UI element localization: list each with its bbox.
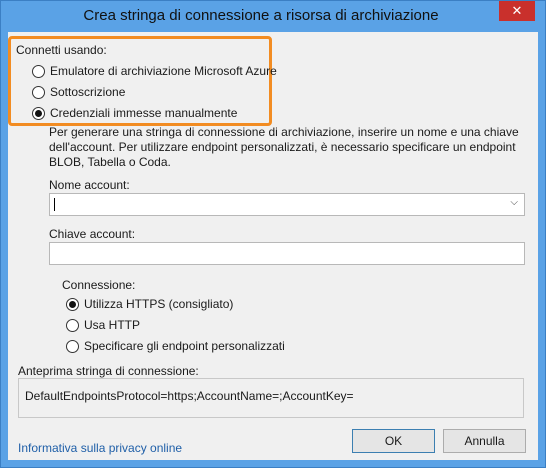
- radio-emulator[interactable]: [32, 65, 45, 78]
- title-bar: Crea stringa di connessione a risorsa di…: [1, 1, 545, 31]
- radio-custom-endpoints-label[interactable]: Specificare gli endpoint personalizzati: [84, 339, 285, 353]
- close-button[interactable]: ✕: [499, 1, 535, 21]
- close-icon: ✕: [511, 3, 523, 18]
- radio-http[interactable]: [66, 319, 79, 332]
- account-name-label: Nome account:: [49, 178, 130, 192]
- ok-button[interactable]: OK: [352, 429, 435, 453]
- radio-subscription-label[interactable]: Sottoscrizione: [50, 85, 125, 99]
- connect-using-group: Connetti usando: Emulatore di archiviazi…: [8, 36, 277, 126]
- radio-manual-credentials[interactable]: [32, 107, 45, 120]
- account-key-input[interactable]: [49, 242, 525, 265]
- connection-string-value: DefaultEndpointsProtocol=https;AccountNa…: [25, 389, 354, 403]
- connection-label: Connessione:: [62, 278, 136, 292]
- radio-manual-credentials-label[interactable]: Credenziali immesse manualmente: [50, 106, 237, 120]
- radio-https[interactable]: [66, 298, 79, 311]
- privacy-link[interactable]: Informativa sulla privacy online: [18, 441, 182, 455]
- cancel-button[interactable]: Annulla: [443, 429, 526, 453]
- dialog-title: Crea stringa di connessione a risorsa di…: [83, 7, 439, 24]
- connect-using-label: Connetti usando:: [16, 43, 107, 57]
- radio-custom-endpoints[interactable]: [66, 340, 79, 353]
- preview-label: Anteprima stringa di connessione:: [18, 364, 199, 378]
- dialog-body: Connetti usando: Emulatore di archiviazi…: [8, 32, 538, 460]
- radio-http-label[interactable]: Usa HTTP: [84, 318, 140, 332]
- radio-https-label[interactable]: Utilizza HTTPS (consigliato): [84, 297, 233, 311]
- radio-emulator-label[interactable]: Emulatore di archiviazione Microsoft Azu…: [50, 64, 277, 78]
- radio-subscription[interactable]: [32, 86, 45, 99]
- connection-string-preview: DefaultEndpointsProtocol=https;AccountNa…: [18, 378, 524, 418]
- account-name-combobox[interactable]: ⌵: [49, 193, 525, 216]
- chevron-down-icon[interactable]: ⌵: [510, 197, 518, 208]
- account-key-label: Chiave account:: [49, 227, 136, 241]
- text-caret: [54, 198, 55, 211]
- dialog-window: Crea stringa di connessione a risorsa di…: [0, 0, 546, 468]
- description-text: Per generare una stringa di connessione …: [49, 125, 519, 169]
